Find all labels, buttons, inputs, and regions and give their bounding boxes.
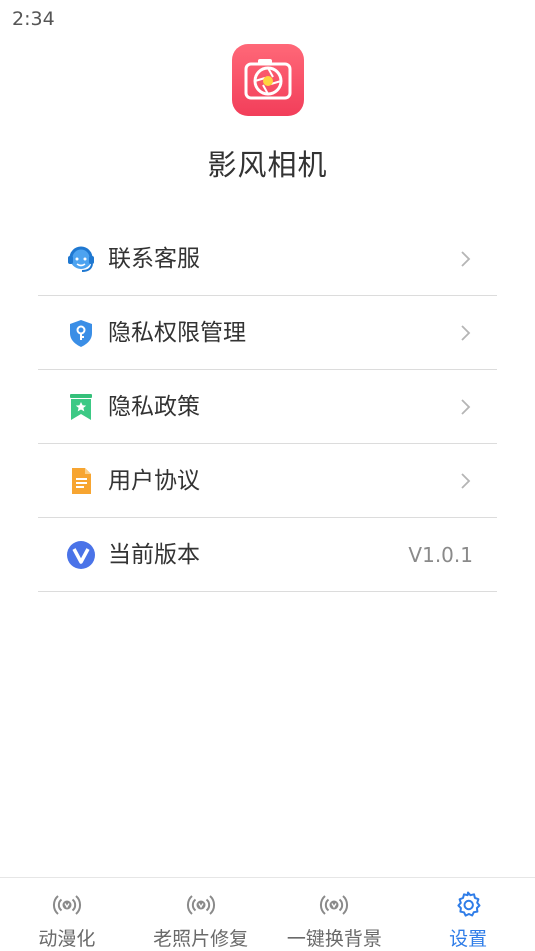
- customer-service-icon: [68, 246, 94, 272]
- broadcast-icon: [186, 895, 215, 915]
- bookmark-star-icon: [70, 394, 92, 420]
- menu-label: 联系客服: [108, 246, 200, 272]
- settings-menu: 联系客服 隐私权限管理 隐私政策 用户协议 当前版本 V1.0.1: [38, 222, 497, 592]
- tab-label: 设置: [449, 928, 488, 950]
- status-time: 2:34: [12, 8, 55, 30]
- broadcast-icon: [52, 895, 81, 915]
- status-bar: 2:34: [0, 0, 535, 38]
- camera-aperture-icon: [232, 44, 304, 116]
- menu-label: 用户协议: [108, 468, 200, 494]
- privacy-shield-icon: [70, 320, 92, 347]
- chevron-right-icon: [461, 325, 471, 341]
- chevron-right-icon: [461, 473, 471, 489]
- tab-label: 一键换背景: [286, 928, 382, 950]
- tab-label: 动漫化: [38, 928, 96, 950]
- menu-label: 隐私权限管理: [108, 320, 246, 346]
- gear-icon: [457, 891, 481, 917]
- menu-item-user-agreement[interactable]: 用户协议: [38, 444, 497, 518]
- menu-label: 隐私政策: [108, 394, 200, 420]
- tab-old-photo-repair[interactable]: 老照片修复: [134, 878, 268, 951]
- tab-label: 老照片修复: [153, 928, 249, 950]
- broadcast-icon: [320, 895, 349, 915]
- bottom-tab-bar: 动漫化 老照片修复 一键换背景 设置: [0, 877, 535, 951]
- tab-change-background[interactable]: 一键换背景: [268, 878, 402, 951]
- menu-item-customer-service[interactable]: 联系客服: [38, 222, 497, 296]
- menu-item-privacy-permissions[interactable]: 隐私权限管理: [38, 296, 497, 370]
- tab-anime[interactable]: 动漫化: [0, 878, 134, 951]
- document-icon: [72, 468, 91, 494]
- chevron-right-icon: [461, 399, 471, 415]
- menu-label: 当前版本: [108, 542, 200, 568]
- settings-screen: 2:34 影风相机 联系客服 隐私权限管理 隐私政策 用户协议 当前版本 V1.…: [0, 0, 535, 951]
- chevron-right-icon: [461, 251, 471, 267]
- version-value: V1.0.1: [408, 543, 473, 567]
- menu-item-current-version: 当前版本 V1.0.1: [38, 518, 497, 592]
- version-v-icon: [67, 541, 95, 569]
- app-name: 影风相机: [207, 148, 328, 182]
- tab-settings[interactable]: 设置: [401, 878, 535, 951]
- menu-item-privacy-policy[interactable]: 隐私政策: [38, 370, 497, 444]
